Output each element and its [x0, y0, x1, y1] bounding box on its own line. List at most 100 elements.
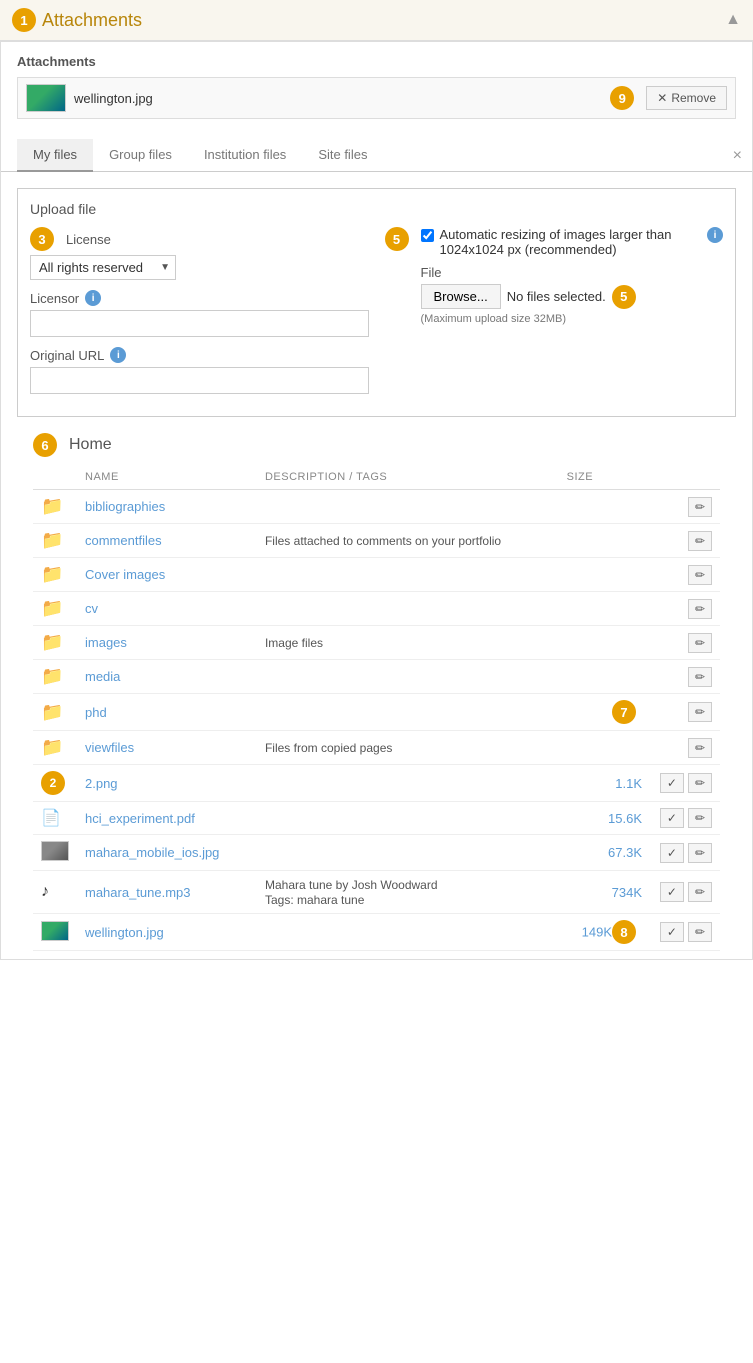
folder-link[interactable]: media	[85, 669, 120, 684]
row-name: Cover images	[77, 558, 257, 592]
row-size	[559, 626, 650, 660]
row-size	[559, 731, 650, 765]
actions-cell: ✓✏	[658, 843, 712, 863]
file-table: NAME DESCRIPTION / TAGS SIZE 📁bibliograp…	[33, 465, 720, 951]
file-link[interactable]: mahara_mobile_ios.jpg	[85, 845, 219, 860]
edit-button[interactable]: ✏	[688, 531, 712, 551]
size-text: 67.3K	[608, 845, 642, 860]
edit-button[interactable]: ✏	[688, 808, 712, 828]
licensor-input[interactable]	[30, 310, 369, 337]
check-button[interactable]: ✓	[660, 773, 684, 793]
folder-icon: 📁	[41, 598, 63, 618]
check-button[interactable]: ✓	[660, 843, 684, 863]
row-icon: 📁	[33, 490, 77, 524]
row-name: hci_experiment.pdf	[77, 802, 257, 835]
edit-button[interactable]: ✏	[688, 702, 712, 722]
browse-button[interactable]: Browse...	[421, 284, 501, 309]
size-text: 15.6K	[608, 811, 642, 826]
folder-link[interactable]: commentfiles	[85, 533, 162, 548]
tab-institution-files[interactable]: Institution files	[188, 139, 302, 172]
step-badge-3: 3	[30, 227, 54, 251]
remove-label: Remove	[671, 91, 716, 105]
auto-resize-checkbox[interactable]	[421, 229, 434, 242]
table-row: 📁viewfilesFiles from copied pages✏	[33, 731, 720, 765]
row-actions: ✏	[650, 524, 720, 558]
edit-button[interactable]: ✏	[688, 882, 712, 902]
form-right: 5 Automatic resizing of images larger th…	[385, 227, 724, 404]
remove-x-icon: ✕	[657, 91, 667, 105]
row-description	[257, 660, 559, 694]
check-button[interactable]: ✓	[660, 808, 684, 828]
folder-icon: 📁	[41, 530, 63, 550]
folder-link[interactable]: Cover images	[85, 567, 165, 582]
row-actions: ✓✏	[650, 765, 720, 802]
row-name: phd	[77, 694, 257, 731]
row-icon	[33, 914, 77, 951]
row-description	[257, 592, 559, 626]
check-button[interactable]: ✓	[660, 922, 684, 942]
row-icon: 📁	[33, 694, 77, 731]
row-actions: ✓✏	[650, 914, 720, 951]
tabs-container: My files Group files Institution files S…	[1, 139, 752, 172]
licensor-label-text: Licensor	[30, 291, 79, 306]
edit-button[interactable]: ✏	[688, 843, 712, 863]
original-url-info-icon[interactable]: i	[110, 347, 126, 363]
file-row: File Browse... No files selected. 5 (Max…	[421, 265, 724, 325]
folder-link[interactable]: cv	[85, 601, 98, 616]
license-label-text: License	[66, 232, 111, 247]
row-icon: 📁	[33, 524, 77, 558]
form-left: 3 License All rights reserved Creative C…	[30, 227, 369, 404]
edit-button[interactable]: ✏	[688, 667, 712, 687]
upload-right-content: Automatic resizing of images larger than…	[421, 227, 724, 325]
tab-site-files[interactable]: Site files	[302, 139, 383, 172]
file-badge-icon: 2	[41, 771, 65, 795]
auto-resize-info-icon[interactable]: i	[707, 227, 723, 243]
remove-button[interactable]: ✕ Remove	[646, 86, 727, 110]
attachments-section: Attachments wellington.jpg 9 ✕ Remove My…	[0, 41, 753, 960]
folder-icon: 📁	[41, 632, 63, 652]
license-select[interactable]: All rights reserved Creative Commons Pub…	[30, 255, 176, 280]
table-row: wellington.jpg149K8✓✏	[33, 914, 720, 951]
folder-link[interactable]: bibliographies	[85, 499, 165, 514]
col-name: NAME	[77, 465, 257, 490]
row-description: Files attached to comments on your portf…	[257, 524, 559, 558]
attachments-inner: Attachments wellington.jpg 9 ✕ Remove	[1, 42, 752, 131]
edit-button[interactable]: ✏	[688, 738, 712, 758]
edit-button[interactable]: ✏	[688, 497, 712, 517]
original-url-input[interactable]	[30, 367, 369, 394]
tab-my-files[interactable]: My files	[17, 139, 93, 172]
folder-link[interactable]: images	[85, 635, 127, 650]
folder-icon: 📁	[41, 737, 63, 757]
edit-button[interactable]: ✏	[688, 599, 712, 619]
size-text: 734K	[612, 885, 642, 900]
size-text: 149K	[582, 925, 612, 940]
file-link[interactable]: wellington.jpg	[85, 925, 164, 940]
edit-button[interactable]: ✏	[688, 565, 712, 585]
folder-link[interactable]: viewfiles	[85, 740, 134, 755]
file-link[interactable]: mahara_tune.mp3	[85, 885, 191, 900]
collapse-icon[interactable]: ▲	[725, 11, 741, 29]
folder-icon: 📁	[41, 564, 63, 584]
close-icon[interactable]: ×	[733, 147, 742, 165]
col-desc: DESCRIPTION / TAGS	[257, 465, 559, 490]
edit-button[interactable]: ✏	[688, 922, 712, 942]
tab-group-files[interactable]: Group files	[93, 139, 188, 172]
folder-link[interactable]: phd	[85, 705, 107, 720]
row-actions: ✏	[650, 626, 720, 660]
row-icon: 📄	[33, 802, 77, 835]
edit-button[interactable]: ✏	[688, 633, 712, 653]
licensor-info-icon[interactable]: i	[85, 290, 101, 306]
file-link[interactable]: hci_experiment.pdf	[85, 811, 195, 826]
edit-button[interactable]: ✏	[688, 773, 712, 793]
file-browse-row: Browse... No files selected. 5	[421, 284, 724, 309]
upload-section: Upload file 3 License All rights reserve…	[17, 188, 736, 417]
file-link[interactable]: 2.png	[85, 776, 118, 791]
max-upload-text: (Maximum upload size 32MB)	[421, 313, 724, 325]
row-name: viewfiles	[77, 731, 257, 765]
table-row: 📁phd7✏	[33, 694, 720, 731]
check-button[interactable]: ✓	[660, 882, 684, 902]
row-size: 1.1K	[559, 765, 650, 802]
step-badge-5: 5	[612, 285, 636, 309]
section-title: Attachments	[42, 10, 142, 31]
description-text: Files attached to comments on your portf…	[265, 534, 501, 548]
